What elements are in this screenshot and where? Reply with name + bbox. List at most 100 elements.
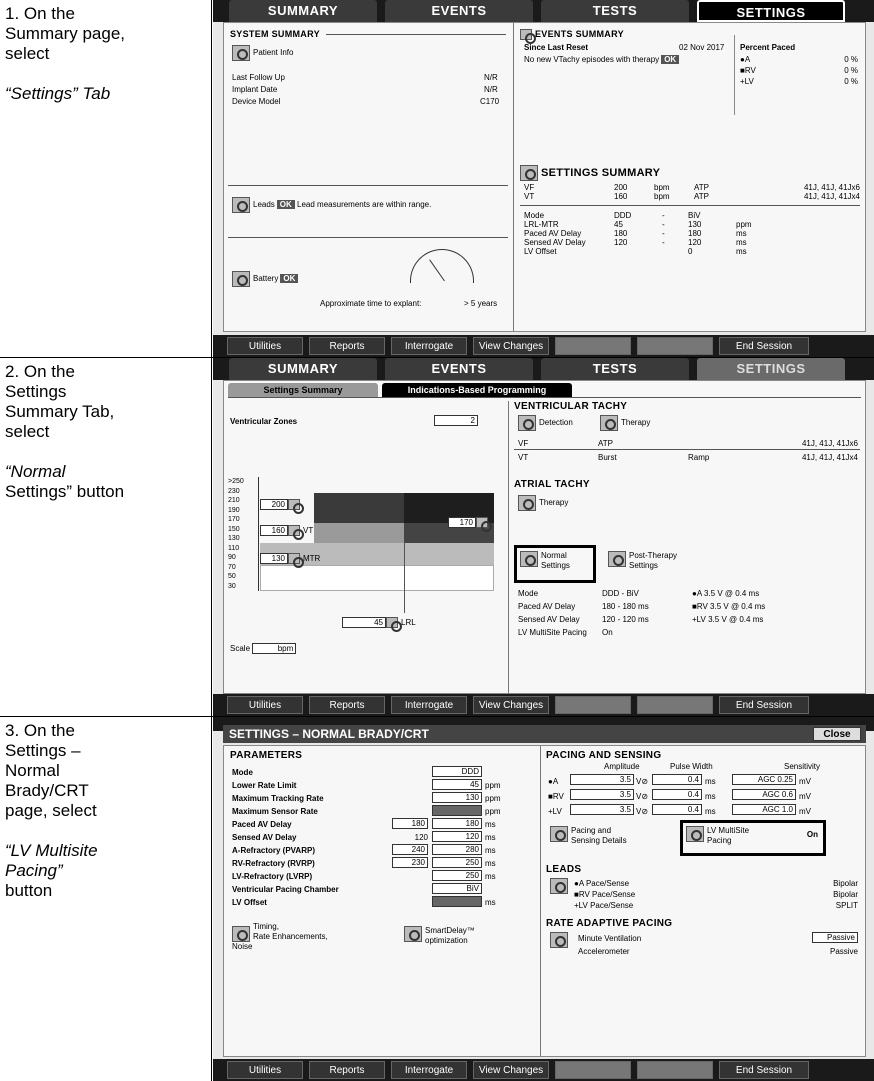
pulse-width-field[interactable]: 0.4 [652,774,702,785]
param-unit: ms [485,820,496,829]
timing-label-3: Noise [232,942,253,951]
param-previous: 230 [392,857,428,868]
events-summary-button[interactable]: EVENTS SUMMARY [520,29,624,45]
vf-rate-field[interactable]: 200 [260,499,304,515]
tab-events[interactable]: EVENTS [385,0,533,22]
scale-field[interactable]: Scale bpm [230,643,297,654]
reports-button[interactable]: Reports [309,1061,385,1079]
tab-settings[interactable]: SETTINGS [697,358,845,380]
tab-settings[interactable]: SETTINGS [697,0,845,22]
param-value[interactable]: 180 [432,818,482,829]
sensitivity-field[interactable]: AGC 1.0 [732,804,796,815]
reports-button[interactable]: Reports [309,337,385,355]
view-changes-button[interactable]: View Changes [473,337,549,355]
interrogate-button[interactable]: Interrogate [391,696,467,714]
rate-adaptive-table: Minute Ventilation Passive Accelerometer P… [578,932,858,958]
y-axis-line [258,477,259,591]
brady-row: LV MultiSite Pacing On [518,626,765,639]
interrogate-button[interactable]: Interrogate [391,1061,467,1079]
y-tick: 210 [228,497,240,504]
vtachy-therapy-button[interactable]: Therapy [600,415,650,431]
view-changes-button[interactable]: View Changes [473,1061,549,1079]
param-value[interactable]: BiV [432,883,482,894]
chamber-label: ●A [548,777,559,786]
end-session-button[interactable]: End Session [719,337,809,355]
param-value[interactable]: 250 [432,857,482,868]
leads-icon [232,197,250,213]
utilities-button[interactable]: Utilities [227,696,303,714]
close-button[interactable]: Close [813,727,861,741]
tab-summary[interactable]: SUMMARY [229,358,377,380]
amplitude-field[interactable]: 3.5 [570,804,634,815]
percent-paced-label: Percent Paced [740,43,796,52]
param-value[interactable]: 280 [432,844,482,855]
param-value[interactable]: 250 [432,870,482,881]
param-row: LRL-MTR 45 - 130 ppm [524,220,764,229]
patient-info-button[interactable]: Patient Info [232,45,293,61]
vt-rate-field[interactable]: 160 VT [260,525,313,541]
smartdelay-button[interactable]: SmartDelay™ optimization [404,926,475,946]
vf-rate-value: 200 [260,499,288,510]
lv-multisite-label: LV MultiSite [707,826,750,835]
v170-value: 170 [448,517,476,528]
param-value[interactable]: DDD [432,766,482,777]
tab-indications-programming[interactable]: Indications-Based Programming [382,383,572,397]
param-value: 180 - 180 ms [602,602,649,611]
param-value[interactable] [432,805,482,816]
param-value[interactable] [432,896,482,907]
lrl-field[interactable]: 45 LRL [342,617,416,633]
view-changes-button[interactable]: View Changes [473,696,549,714]
post-therapy-button[interactable]: Post-Therapy Settings [608,551,677,571]
timing-label-2: Rate Enhancements, [253,932,328,941]
vzones-field[interactable]: 2 [434,415,478,426]
end-session-button[interactable]: End Session [719,696,809,714]
leads-button[interactable]: Leads OK Lead measurements are within ran… [232,197,431,213]
settings-panel: Settings Summary Indications-Based Progr… [223,380,866,694]
normal-settings-button[interactable]: Normal Settings [520,551,570,571]
tab-events[interactable]: EVENTS [385,358,533,380]
leads-button[interactable] [550,878,571,894]
step-text: select [5,422,50,441]
param-name: LV Offset [524,247,557,256]
detection-label: Detection [539,418,573,428]
pacing-row: ●A 3.5 V⊘ 0.4 ms AGC 0.25 mV [548,774,860,789]
y-axis: >250 230 210 190 170 150 130 110 90 70 5… [228,477,258,591]
mv-field[interactable]: Passive [812,932,858,943]
pacing-details-button[interactable]: Pacing and Sensing Details [550,826,627,846]
utilities-button[interactable]: Utilities [227,1061,303,1079]
leads-ok-badge: OK [276,200,295,210]
interrogate-button[interactable]: Interrogate [391,337,467,355]
reports-button[interactable]: Reports [309,696,385,714]
sensitivity-field[interactable]: AGC 0.6 [732,789,796,800]
param-dash [662,247,688,256]
utilities-button[interactable]: Utilities [227,337,303,355]
detection-button[interactable]: Detection [518,415,573,431]
pulse-width-field[interactable]: 0.4 [652,804,702,815]
tab-tests[interactable]: TESTS [541,358,689,380]
param-value[interactable]: 120 [432,831,482,842]
param-value[interactable]: 130 [432,792,482,803]
rate-adaptive-button[interactable] [550,932,571,948]
y-tick: 50 [228,573,236,580]
lv-multisite-pacing-button[interactable]: LV MultiSite On Pacing [686,826,822,846]
settings-summary-button[interactable]: SETTINGS SUMMARY [520,165,660,181]
tab-settings-summary[interactable]: Settings Summary [228,383,378,397]
v170-field[interactable]: 170 [448,517,492,533]
pulse-width-field[interactable]: 0.4 [652,789,702,800]
battery-button[interactable]: Battery OK [232,271,299,287]
tab-summary[interactable]: SUMMARY [229,0,377,22]
sensitivity-field[interactable]: AGC 0.25 [732,774,796,785]
timing-button[interactable]: Timing, Rate Enhancements, Noise [232,922,328,952]
atachy-heading: ATRIAL TACHY [514,479,590,490]
param-value[interactable]: 45 [432,779,482,790]
param-unit: ms [485,872,496,881]
step-quote: Settings” button [5,482,125,501]
mtr-field[interactable]: 130 MTR [260,553,320,569]
amplitude-field[interactable]: 3.5 [570,774,634,785]
atachy-therapy-button[interactable]: Therapy [518,495,568,511]
amplitude-field[interactable]: 3.5 [570,789,634,800]
tab-tests[interactable]: TESTS [541,0,689,22]
therapy-icon [600,415,618,431]
therapy-label: Therapy [539,498,569,508]
end-session-button[interactable]: End Session [719,1061,809,1079]
